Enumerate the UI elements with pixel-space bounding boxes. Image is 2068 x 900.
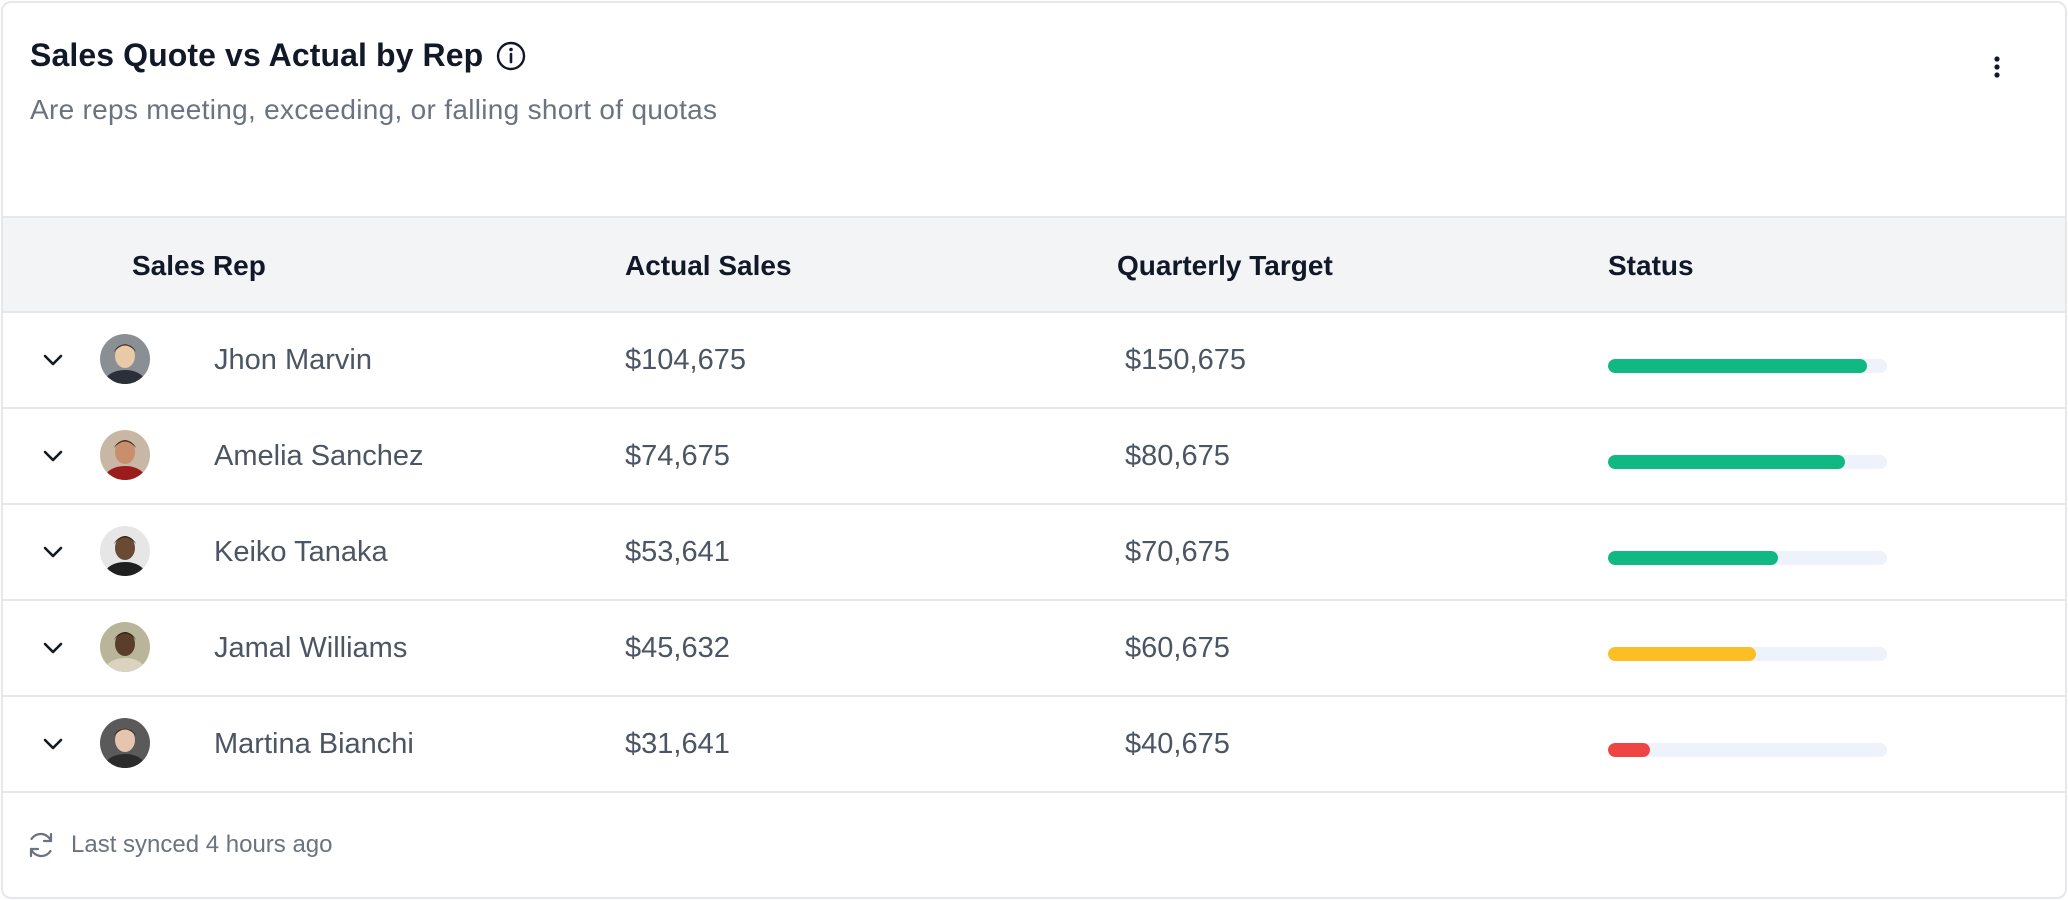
quarterly-target-value: $80,675 <box>1125 439 1230 472</box>
actual-sales-value: $31,641 <box>625 727 730 760</box>
avatar <box>100 622 150 672</box>
rep-name: Martina Bianchi <box>214 727 414 760</box>
table-row[interactable]: Jamal Williams $45,632 $60,675 <box>3 601 2065 697</box>
quarterly-target-value: $150,675 <box>1125 343 1246 376</box>
status-progress-bar <box>1608 743 1887 757</box>
table-header: Sales Rep Actual Sales Quarterly Target … <box>3 216 2065 313</box>
more-vertical-icon <box>1994 56 2000 78</box>
chevron-down-icon[interactable] <box>39 346 67 374</box>
status-progress-bar <box>1608 455 1887 469</box>
status-progress-fill <box>1608 359 1868 373</box>
chevron-down-icon[interactable] <box>39 730 67 758</box>
column-header-status[interactable]: Status <box>1608 218 1694 313</box>
rep-name: Amelia Sanchez <box>214 439 424 472</box>
quarterly-target-value: $70,675 <box>1125 535 1230 568</box>
more-options-button[interactable] <box>1985 49 2009 85</box>
status-progress-bar <box>1608 551 1887 565</box>
sales-quote-card: Sales Quote vs Actual by Rep Are reps me… <box>1 1 2067 899</box>
column-header-actual-sales[interactable]: Actual Sales <box>625 218 792 313</box>
actual-sales-value: $53,641 <box>625 535 730 568</box>
refresh-icon[interactable] <box>25 829 57 861</box>
table-row[interactable]: Keiko Tanaka $53,641 $70,675 <box>3 505 2065 601</box>
status-progress-fill <box>1608 647 1756 661</box>
card-header: Sales Quote vs Actual by Rep Are reps me… <box>3 3 2065 216</box>
status-progress-fill <box>1608 743 1650 757</box>
column-header-sales-rep[interactable]: Sales Rep <box>132 218 266 313</box>
chevron-down-icon[interactable] <box>39 634 67 662</box>
card-subtitle: Are reps meeting, exceeding, or falling … <box>30 94 718 125</box>
status-progress-fill <box>1608 455 1846 469</box>
table-row[interactable]: Martina Bianchi $31,641 $40,675 <box>3 697 2065 793</box>
status-progress-bar <box>1608 359 1887 373</box>
avatar <box>100 334 150 384</box>
actual-sales-value: $45,632 <box>625 631 730 664</box>
sales-table: Sales Rep Actual Sales Quarterly Target … <box>3 216 2065 793</box>
table-body: Jhon Marvin $104,675 $150,675 Amelia San… <box>3 313 2065 793</box>
chevron-down-icon[interactable] <box>39 538 67 566</box>
avatar <box>100 526 150 576</box>
last-synced-text: Last synced 4 hours ago <box>71 831 333 858</box>
table-row[interactable]: Jhon Marvin $104,675 $150,675 <box>3 313 2065 409</box>
quarterly-target-value: $40,675 <box>1125 727 1230 760</box>
card-title: Sales Quote vs Actual by Rep <box>30 37 484 73</box>
actual-sales-value: $74,675 <box>625 439 730 472</box>
avatar <box>100 718 150 768</box>
quarterly-target-value: $60,675 <box>1125 631 1230 664</box>
title-row: Sales Quote vs Actual by Rep <box>30 37 527 74</box>
chevron-down-icon[interactable] <box>39 442 67 470</box>
status-progress-bar <box>1608 647 1887 661</box>
sync-status: Last synced 4 hours ago <box>25 829 333 861</box>
rep-name: Jhon Marvin <box>214 343 372 376</box>
rep-name: Keiko Tanaka <box>214 535 388 568</box>
avatar <box>100 430 150 480</box>
status-progress-fill <box>1608 551 1779 565</box>
column-header-quarterly-target[interactable]: Quarterly Target <box>1117 218 1333 313</box>
rep-name: Jamal Williams <box>214 631 408 664</box>
actual-sales-value: $104,675 <box>625 343 746 376</box>
table-row[interactable]: Amelia Sanchez $74,675 $80,675 <box>3 409 2065 505</box>
info-icon[interactable] <box>495 40 527 72</box>
